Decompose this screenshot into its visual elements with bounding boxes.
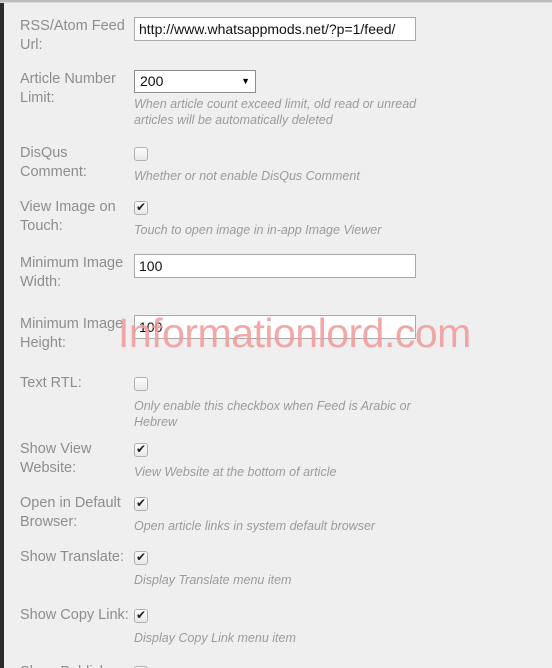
label-show-translate: Show Translate:	[20, 549, 124, 565]
chevron-down-icon: ▼	[241, 76, 250, 86]
hint-view-image-on-touch: Touch to open image in in-app Image View…	[134, 223, 382, 237]
article-number-limit-select[interactable]: 200 ▼	[134, 70, 256, 93]
show-copy-link-checkbox[interactable]	[134, 607, 148, 623]
text-rtl-checkbox[interactable]	[134, 377, 148, 391]
field-row-show-view-website: Show View Website: View Website at the b…	[4, 430, 552, 480]
hint-disqus-comment: Whether or not enable DisQus Comment	[134, 169, 360, 183]
field-row-minimum-image-height: Minimum Image Height:	[4, 292, 552, 353]
label-open-in-default-browser: Open in Default Browser:	[20, 495, 121, 530]
hint-show-copy-link: Display Copy Link menu item	[134, 631, 296, 645]
disqus-comment-checkbox[interactable]	[134, 147, 148, 161]
hint-show-view-website: View Website at the bottom of article	[134, 465, 337, 479]
label-disqus-comment: DisQus Comment:	[20, 145, 87, 180]
feed-settings-form: RSS/Atom Feed Url: Article Number Limit:…	[4, 3, 552, 668]
label-text-rtl: Text RTL:	[20, 375, 82, 391]
rss-feed-url-input[interactable]	[134, 17, 416, 41]
show-translate-checkbox[interactable]	[134, 549, 148, 565]
field-row-show-copy-link: Show Copy Link: Display Copy Link menu i…	[4, 588, 552, 646]
field-row-text-rtl: Text RTL: Only enable this checkbox when…	[4, 353, 552, 430]
article-number-limit-value: 200	[140, 73, 164, 89]
field-row-disqus-comment: DisQus Comment: Whether or not enable Di…	[4, 128, 552, 184]
label-show-publisher: Show Publisher:	[4, 663, 134, 668]
minimum-image-width-input[interactable]	[134, 254, 416, 278]
hint-open-in-default-browser: Open article links in system default bro…	[134, 519, 376, 533]
label-minimum-image-height: Minimum Image Height:	[20, 316, 124, 351]
minimum-image-height-input[interactable]	[134, 315, 416, 339]
settings-panel: RSS/Atom Feed Url: Article Number Limit:…	[4, 3, 552, 668]
field-row-show-publisher: Show Publisher: Display feed publisher n…	[4, 646, 552, 668]
hint-article-number-limit: When article count exceed limit, old rea…	[134, 97, 417, 127]
label-article-number-limit: Article Number Limit:	[20, 71, 116, 106]
field-row-show-translate: Show Translate: Display Translate menu i…	[4, 534, 552, 588]
field-row-article-number-limit: Article Number Limit: 200 ▼ When article…	[4, 55, 552, 128]
field-row-open-in-default-browser: Open in Default Browser: Open article li…	[4, 480, 552, 534]
label-view-image-on-touch: View Image on Touch:	[20, 199, 116, 234]
hint-text-rtl: Only enable this checkbox when Feed is A…	[134, 399, 411, 429]
open-in-default-browser-checkbox[interactable]	[134, 495, 148, 511]
field-row-minimum-image-width: Minimum Image Width:	[4, 238, 552, 292]
view-image-on-touch-checkbox[interactable]	[134, 199, 148, 215]
field-row-rss-feed-url: RSS/Atom Feed Url:	[4, 3, 552, 55]
field-row-view-image-on-touch: View Image on Touch: Touch to open image…	[4, 184, 552, 238]
hint-show-translate: Display Translate menu item	[134, 573, 292, 587]
label-show-copy-link: Show Copy Link:	[20, 607, 129, 623]
label-show-view-website: Show View Website:	[20, 441, 92, 476]
label-minimum-image-width: Minimum Image Width:	[20, 255, 124, 290]
label-rss-feed-url: RSS/Atom Feed Url:	[20, 18, 125, 53]
show-view-website-checkbox[interactable]	[134, 441, 148, 457]
